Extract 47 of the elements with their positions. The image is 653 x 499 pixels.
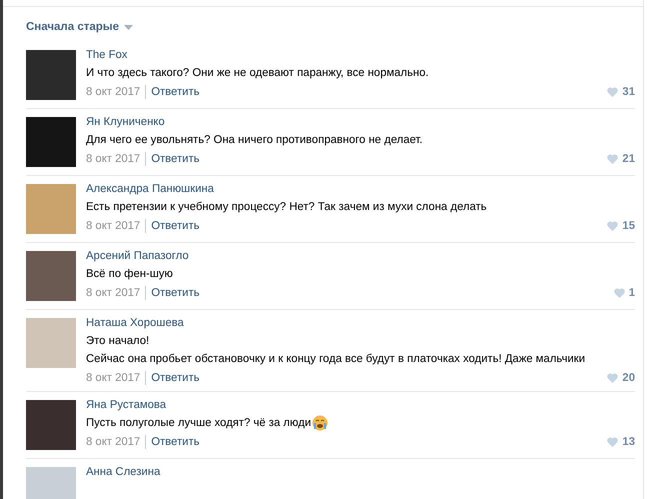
reply-link[interactable]: Ответить: [151, 369, 200, 388]
avatar-photo[interactable]: [26, 400, 76, 450]
comment-date: 8 окт 2017: [86, 286, 140, 302]
avatar-photo[interactable]: [26, 318, 76, 368]
crying-face-icon: [312, 415, 328, 432]
author-name[interactable]: The Fox: [86, 46, 128, 64]
reply-link[interactable]: Ответить: [151, 217, 200, 236]
comment-date: 8 окт 2017: [86, 371, 140, 386]
reply-link[interactable]: Ответить: [151, 284, 200, 302]
heart-icon: [614, 288, 625, 298]
comment-text: Это начало!: [86, 334, 150, 350]
heart-icon: [607, 87, 618, 98]
comment-text: И что здесь такого? Они же не одевают паранжу, все нормально.: [86, 66, 430, 82]
avatar-photo[interactable]: [26, 184, 76, 234]
like-button[interactable]: 21: [607, 150, 635, 168]
author-name[interactable]: Ян Клуниченко: [86, 113, 165, 132]
comment-text: Сейчас она пробьет обстановочку и к концу года все будут в платочках ходить! Даже мальчики: [86, 352, 586, 368]
author-name[interactable]: Яна Рустамова: [86, 396, 166, 414]
heart-icon: [607, 154, 618, 164]
like-button[interactable]: 31: [607, 83, 635, 102]
sort-dropdown[interactable]: Сначала старые: [26, 19, 119, 36]
comment-date: 8 окт 2017: [86, 152, 140, 168]
comment-text: Пусть полуголые лучше ходят? чё за люди: [86, 416, 312, 432]
avatar-photo[interactable]: [26, 50, 76, 100]
author-name[interactable]: Анна Слезина: [86, 463, 160, 482]
reply-link[interactable]: Ответить: [151, 433, 200, 452]
avatar-photo[interactable]: [26, 251, 76, 302]
like-button[interactable]: 13: [607, 433, 635, 452]
author-name[interactable]: Александра Панюшкина: [86, 180, 214, 198]
comment-date: 8 окт 2017: [86, 435, 140, 450]
heart-icon: [607, 437, 618, 448]
reply-link[interactable]: Ответить: [151, 83, 200, 102]
author-name[interactable]: Арсений Папазогло: [86, 247, 189, 266]
comment-text: Всё по фен-шую: [86, 267, 174, 282]
comment-date: 8 окт 2017: [86, 85, 140, 100]
heart-icon: [607, 373, 618, 384]
like-button[interactable]: 20: [607, 369, 635, 388]
caret-icon: [124, 25, 133, 30]
heart-icon: [607, 221, 618, 232]
reply-link[interactable]: Ответить: [151, 150, 200, 168]
comment-date: 8 окт 2017: [86, 219, 140, 234]
author-name[interactable]: Наташа Хорошева: [86, 314, 184, 332]
comment-text: Есть претензии к учебному процессу? Нет? Так зачем из мухи слона делать: [86, 200, 488, 216]
like-button[interactable]: 1: [614, 284, 635, 302]
like-button[interactable]: 15: [607, 217, 635, 236]
avatar-photo[interactable]: [26, 117, 76, 168]
comment-text: Для чего ее увольнять? Она ничего противоправного не делает.: [86, 133, 424, 148]
